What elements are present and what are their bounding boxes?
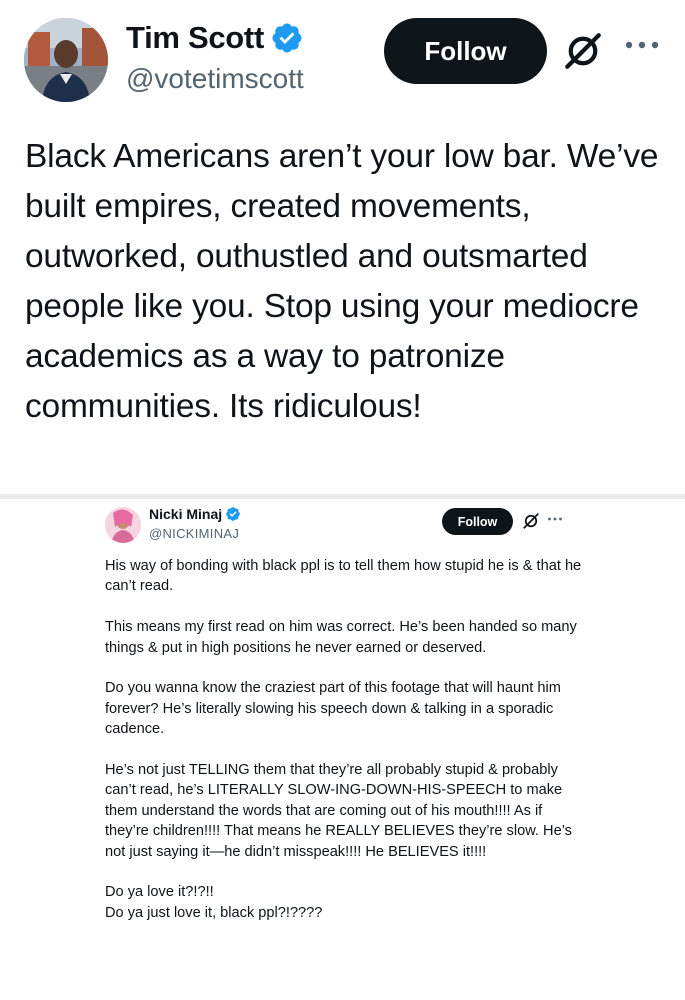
author-name-row: Tim Scott (126, 20, 304, 56)
tweet-header: Tim Scott @votetimscott Follow (0, 0, 685, 110)
embedded-paragraph: Do ya love it?!?!! (105, 884, 214, 901)
embedded-paragraph: This means my first read on him was corr… (105, 619, 577, 656)
embedded-tweet-image[interactable]: Nicki Minaj @NICKIMINAJ Follow His way o… (97, 499, 600, 1000)
more-icon[interactable] (624, 38, 660, 52)
follow-button[interactable]: Follow (384, 18, 547, 84)
embedded-paragraph: He’s not just TELLING them that they’re … (105, 762, 572, 860)
author-name[interactable]: Tim Scott (126, 20, 264, 56)
avatar[interactable] (24, 18, 108, 102)
avatar-image (24, 18, 108, 102)
embedded-author-handle: @NICKIMINAJ (149, 526, 240, 541)
author-handle[interactable]: @votetimscott (126, 63, 304, 95)
embedded-verified-badge-icon (226, 507, 240, 521)
embedded-author-name: Nicki Minaj (149, 506, 223, 522)
embedded-more-icon (548, 517, 562, 521)
embedded-avatar (105, 507, 141, 543)
embedded-follow-button: Follow (442, 508, 513, 535)
embedded-tweet-text: His way of bonding with black ppl is to … (105, 556, 585, 923)
embedded-paragraph: Do you wanna know the craziest part of t… (105, 680, 561, 738)
tweet-text: Black Americans aren’t your low bar. We’… (25, 138, 659, 425)
verified-badge-icon (272, 23, 302, 53)
embedded-paragraph: His way of bonding with black ppl is to … (105, 558, 582, 595)
embedded-author-name-row: Nicki Minaj (149, 506, 241, 522)
embedded-avatar-image (105, 507, 141, 543)
grok-icon[interactable] (562, 30, 604, 72)
embedded-grok-icon (523, 513, 539, 529)
embedded-paragraph: Do ya just love it, black ppl?!???? (105, 904, 323, 921)
